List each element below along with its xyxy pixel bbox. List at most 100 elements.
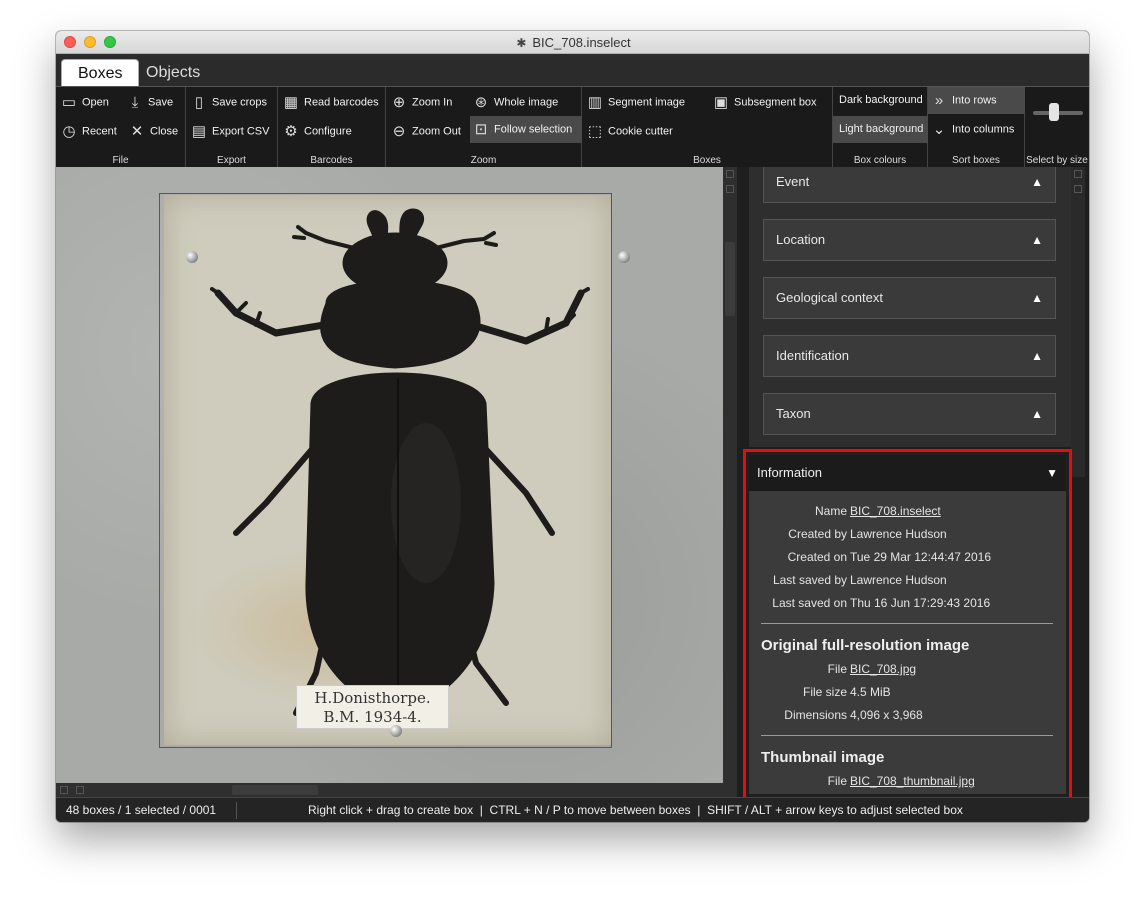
panel-vertical-scrollbar[interactable] [1071,167,1085,477]
information-header[interactable]: Information ▼ [749,455,1066,491]
zoom-in-button[interactable]: ⊕ Zoom In [390,89,453,116]
dark-background-label: Dark background [839,94,923,106]
info-row-last-saved-on: Last saved on Thu 16 Jun 17:29:43 2016 [749,596,1059,616]
info-row-last-saved-by: Last saved by Lawrence Hudson [749,573,1059,593]
recent-button[interactable]: ◷ Recent [60,118,117,145]
chevron-up-icon: ▲ [1031,175,1043,189]
chevron-up-icon: ▲ [1031,349,1043,363]
main-tabs: Boxes Objects [56,54,1089,86]
close-button[interactable]: ✕ Close [128,118,178,145]
status-separator [236,802,237,819]
info-value: Thu 16 Jun 17:29:43 2016 [850,596,991,610]
info-key: Created by [788,527,847,541]
cookie-cutter-button[interactable]: ⬚ Cookie cutter [586,118,673,145]
ribbon-label-boxes: Boxes [693,155,721,166]
export-csv-button[interactable]: ▤ Export CSV [190,118,270,145]
subsegment-box-label: Subsegment box [734,96,817,109]
info-key: Created on [787,550,847,564]
info-row-name: Name BIC_708.inselect [749,504,1059,524]
info-row-file: File BIC_708.jpg [749,662,1059,682]
thumbnail-image-heading: Thumbnail image [761,749,885,766]
section-identification-label: Identification [776,348,849,363]
zoom-in-icon: ⊕ [392,94,406,111]
segment-grid-icon: ▥ [587,94,603,111]
section-location[interactable]: Location ▲ [763,219,1056,261]
information-section: Information ▼ Name BIC_708.inselect Create… [743,449,1072,797]
info-name-link[interactable]: BIC_708.inselect [850,504,941,518]
folder-icon: ▭ [61,94,77,111]
info-row-dimensions: Dimensions 4,096 x 3,968 [749,708,1059,728]
close-icon: ✕ [130,123,144,140]
save-crops-button[interactable]: ▯ Save crops [190,89,267,116]
info-value: Lawrence Hudson [850,573,947,587]
light-background-button[interactable]: Light background [833,116,928,143]
save-button[interactable]: ⤓ Save [126,89,173,116]
ribbon-group-zoom: ⊕ Zoom In ⊛ Whole image ⊖ Zoom Out ⊡ Follow … [386,87,582,168]
ribbon-group-select-by-size: Select by size [1025,87,1089,168]
open-button[interactable]: ▭ Open [60,89,109,116]
info-value: Tue 29 Mar 12:44:47 2016 [850,550,991,564]
document-lines-icon: ▤ [191,123,207,140]
dark-background-button[interactable]: Dark background [833,87,928,114]
info-file-link[interactable]: BIC_708.jpg [850,662,916,676]
size-slider-thumb[interactable] [1049,103,1059,121]
section-identification[interactable]: Identification ▲ [763,335,1056,377]
configure-button[interactable]: ⚙ Configure [282,118,352,145]
info-row-created-on: Created on Tue 29 Mar 12:44:47 2016 [749,550,1059,570]
into-columns-label: Into columns [952,123,1015,136]
tab-objects[interactable]: Objects [130,59,216,86]
ribbon-label-sort-boxes: Sort boxes [952,155,1000,166]
canvas-vertical-scroll-thumb[interactable] [725,242,735,316]
magnifier-icon: ⊛ [474,94,488,111]
info-key: File [827,774,847,788]
read-barcodes-button[interactable]: ▦ Read barcodes [282,89,379,116]
double-chevron-down-icon: ⌄ [932,121,946,138]
ribbon-group-barcodes: ▦ Read barcodes ⚙ Configure Barcodes [278,87,386,168]
chevron-down-icon: ▼ [1046,466,1058,480]
cookie-cutter-icon: ⬚ [587,123,603,140]
subsegment-box-button[interactable]: ▣ Subsegment box [712,89,817,116]
info-key: Dimensions [784,708,847,722]
export-csv-label: Export CSV [212,125,270,138]
chevron-up-icon: ▲ [1031,407,1043,421]
selected-box[interactable] [159,193,612,748]
window-title: ✱ BIC_708.inselect [56,35,1089,50]
download-icon: ⤓ [131,94,139,111]
pin-head [618,251,630,263]
section-event[interactable]: Event ▲ [763,167,1056,203]
into-rows-button[interactable]: » Into rows [928,87,1025,114]
ribbon-label-export: Export [217,155,246,166]
recent-label: Recent [82,125,117,138]
info-divider [761,735,1053,736]
whole-image-button[interactable]: ⊛ Whole image [472,89,559,116]
tab-boxes[interactable]: Boxes [61,59,140,86]
zoom-out-label: Zoom Out [412,125,461,138]
gear-icon: ⚙ [284,123,298,140]
ribbon-toolbar: ▭ Open ⤓ Save ◷ Recent ✕ Close File ▯ Save cr… [56,86,1089,168]
segment-image-button[interactable]: ▥ Segment image [586,89,685,116]
info-thumbnail-link[interactable]: BIC_708_thumbnail.jpg [850,774,975,788]
section-geological-context[interactable]: Geological context ▲ [763,277,1056,319]
canvas-vertical-scrollbar[interactable] [723,167,737,783]
canvas-horizontal-scrollbar[interactable] [56,783,737,797]
ribbon-label-select-by-size: Select by size [1026,155,1088,166]
beetle-app-icon: ✱ [516,36,527,50]
info-key: Last saved on [772,596,847,610]
canvas-horizontal-scroll-thumb[interactable] [232,785,318,795]
scroll-corner-square [60,786,68,794]
configure-label: Configure [304,125,352,138]
zoom-out-button[interactable]: ⊖ Zoom Out [390,118,461,145]
image-canvas[interactable]: H.Donisthorpe. B.M. 1934-4. [56,167,723,783]
scroll-corner-square [1074,185,1082,193]
section-taxon[interactable]: Taxon ▲ [763,393,1056,435]
whole-image-label: Whole image [494,96,559,109]
information-body: Name BIC_708.inselect Created by Lawrence … [749,491,1066,794]
into-columns-button[interactable]: ⌄ Into columns [930,116,1015,143]
follow-selection-button[interactable]: ⊡ Follow selection [470,116,582,143]
scroll-corner-square [726,185,734,193]
ribbon-group-sort-boxes: » Into rows ⌄ Into columns Sort boxes [928,87,1025,168]
title-bar: ✱ BIC_708.inselect [56,31,1089,54]
close-label: Close [150,125,179,138]
section-taxon-label: Taxon [776,406,811,421]
segment-image-label: Segment image [608,96,686,109]
